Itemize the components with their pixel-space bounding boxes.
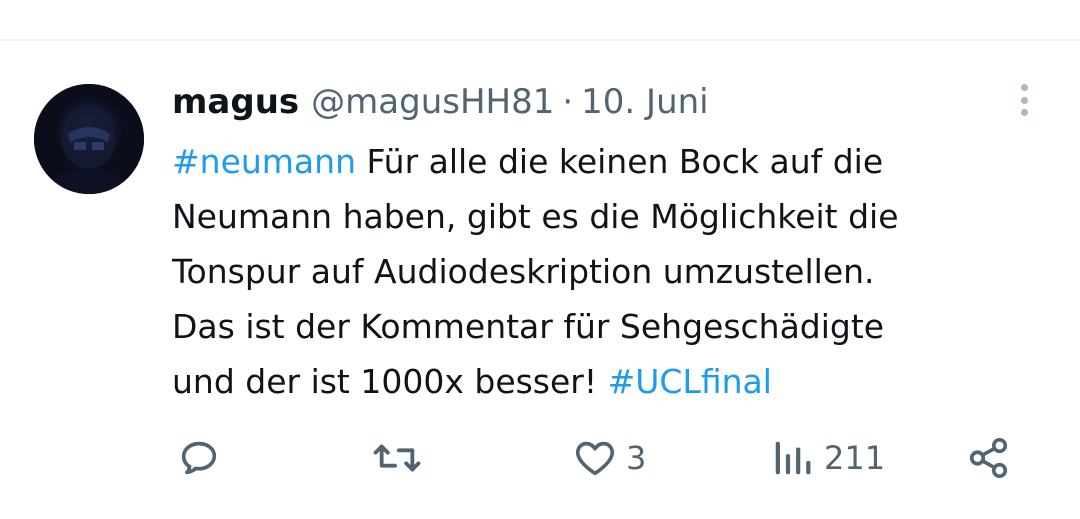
share-button[interactable] xyxy=(966,428,1012,488)
avatar[interactable] xyxy=(34,84,144,194)
tweet-line-text: Für alle die keinen Bock auf die xyxy=(355,142,884,181)
heart-icon xyxy=(575,441,615,476)
tweet-line: und der ist 1000x besser! #UCLfinal xyxy=(172,354,1052,409)
avatar-image xyxy=(34,84,144,194)
more-dot xyxy=(1020,84,1028,91)
tweet-line: #neumann Für alle die keinen Bock auf di… xyxy=(172,134,1052,189)
hashtag-link[interactable]: #neumann xyxy=(172,142,356,181)
more-options-icon[interactable] xyxy=(1010,82,1038,118)
hashtag-link[interactable]: #UCLfinal xyxy=(608,362,772,401)
views-count: 211 xyxy=(824,439,886,477)
more-dot xyxy=(1020,109,1028,116)
more-dot xyxy=(1020,96,1028,104)
like-count: 3 xyxy=(626,439,647,477)
tweet-line: Das ist der Kommentar für Sehgeschädigte xyxy=(172,307,885,346)
reply-button[interactable] xyxy=(176,428,222,488)
retweet-button[interactable] xyxy=(372,428,422,488)
tweet-date[interactable]: 10. Juni xyxy=(581,74,708,130)
tweet-header: magus @magusHH81 · 10. Juni xyxy=(172,74,709,130)
like-button[interactable]: 3 xyxy=(572,428,646,488)
header-separator: · xyxy=(562,82,574,122)
author-handle[interactable]: @magusHH81 xyxy=(311,74,554,130)
action-bar: 3 211 xyxy=(0,428,1080,488)
tweet-line: Tonspur auf Audiodeskription umzustellen… xyxy=(172,252,875,291)
author-name[interactable]: magus xyxy=(172,74,299,130)
retweet-icon xyxy=(373,444,421,472)
views-chart-icon xyxy=(775,441,811,475)
share-icon xyxy=(969,437,1008,479)
tweet-line: Neumann haben, gibt es die Möglichkeit d… xyxy=(172,197,899,236)
views-button[interactable]: 211 xyxy=(770,428,885,488)
reply-icon xyxy=(181,441,217,475)
tweet-text: #neumann Für alle die keinen Bock auf di… xyxy=(172,134,1052,409)
top-divider xyxy=(0,39,1080,41)
tweet-line-text: und der ist 1000x besser! xyxy=(172,362,608,401)
